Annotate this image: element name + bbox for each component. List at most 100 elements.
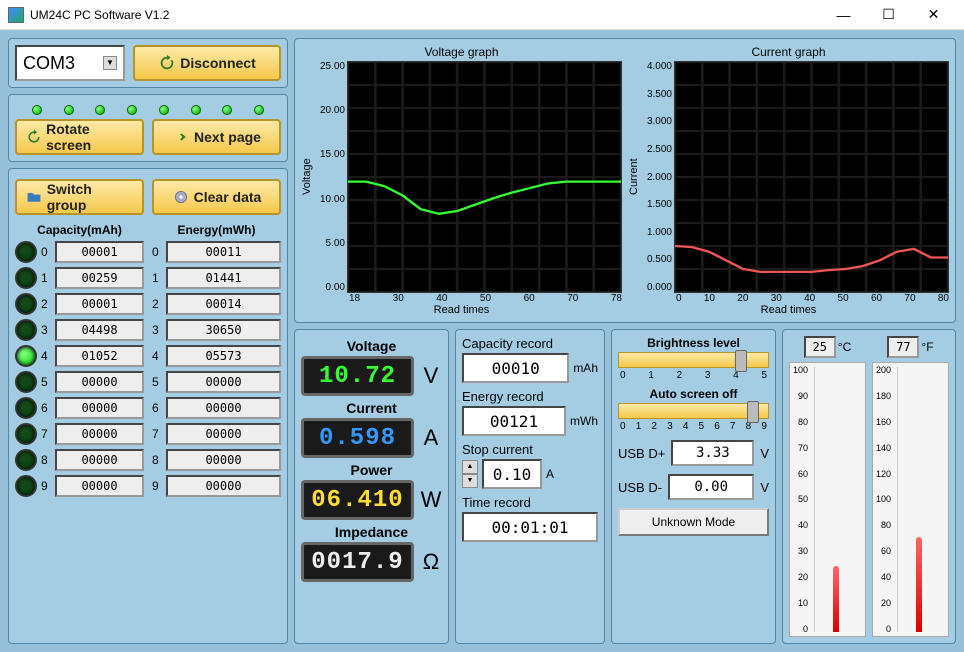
power-unit: W — [420, 487, 442, 513]
close-button[interactable]: ✕ — [911, 1, 956, 29]
slot-index: 8 — [41, 453, 51, 467]
capacity-header: Capacity(mAh) — [15, 223, 144, 237]
stop-current-value[interactable]: 0.10 — [482, 459, 542, 489]
temp-c-value: 25 — [804, 336, 836, 358]
slot-index: 8 — [152, 453, 162, 467]
clear-data-button[interactable]: Clear data — [152, 179, 281, 215]
brightness-slider[interactable] — [618, 352, 769, 368]
titlebar: UM24C PC Software V1.2 — ☐ ✕ — [0, 0, 964, 30]
slot-index: 2 — [41, 297, 51, 311]
current-value: 0.598 — [301, 418, 414, 458]
slot-led — [15, 423, 37, 445]
temp-f-unit: °F — [921, 340, 933, 354]
led-indicator — [159, 105, 169, 115]
charts-panel: Voltage graph Voltage 25.0020.0015.0010.… — [294, 38, 956, 323]
stop-current-unit: A — [546, 467, 554, 481]
current-chart: Current graph Current 4.0003.5003.0002.5… — [628, 45, 949, 316]
slot-energy: 05573 — [166, 345, 281, 367]
power-value: 06.410 — [301, 480, 414, 520]
slot-row: 304498 — [15, 319, 144, 341]
slot-capacity: 00000 — [55, 423, 144, 445]
slot-capacity: 00000 — [55, 397, 144, 419]
voltage-label: Voltage — [301, 338, 442, 354]
slot-led — [15, 475, 37, 497]
stop-current-label: Stop current — [462, 442, 598, 457]
impedance-label: Impedance — [301, 524, 442, 540]
slot-led — [15, 345, 37, 367]
slot-led — [15, 371, 37, 393]
slot-row: 200014 — [152, 293, 281, 315]
slot-energy: 00000 — [166, 397, 281, 419]
thermometer-c: 1009080706050403020100 — [789, 362, 866, 637]
com-port-value: COM3 — [23, 53, 75, 74]
voltage-xlabel: Read times — [434, 304, 490, 316]
data-panel: Switch group Clear data Capacity(mAh) 00… — [8, 168, 288, 644]
minimize-button[interactable]: — — [821, 1, 866, 29]
slot-row: 0 00011 — [152, 241, 281, 263]
slot-led — [15, 397, 37, 419]
disk-icon — [172, 188, 190, 206]
com-port-select[interactable]: COM3 ▼ — [15, 45, 125, 81]
disconnect-button[interactable]: Disconnect — [133, 45, 281, 81]
slot-capacity: 00000 — [55, 475, 144, 497]
slot-row: 500000 — [152, 371, 281, 393]
stop-current-up[interactable]: ▲ — [462, 460, 478, 474]
slot-index: 5 — [152, 375, 162, 389]
usb-dp-value: 3.33 — [671, 440, 754, 466]
current-xlabel: Read times — [761, 304, 817, 316]
auto-off-slider[interactable] — [618, 403, 769, 419]
next-page-button[interactable]: Next page — [152, 119, 281, 155]
slot-row: 800000 — [15, 449, 144, 471]
temp-c-unit: °C — [838, 340, 851, 354]
settings-panel: Brightness level 012345 Auto screen off … — [611, 329, 776, 644]
slot-index: 1 — [41, 271, 51, 285]
chevron-down-icon: ▼ — [103, 56, 117, 70]
led-indicator — [64, 105, 74, 115]
arrow-right-icon — [172, 128, 190, 146]
voltage-chart-title: Voltage graph — [424, 45, 498, 59]
slot-row: 700000 — [15, 423, 144, 445]
slot-row: 100259 — [15, 267, 144, 289]
slot-energy: 01441 — [166, 267, 281, 289]
capacity-record-unit: mAh — [573, 361, 598, 375]
slot-row: 900000 — [152, 475, 281, 497]
slot-capacity: 00001 — [55, 293, 144, 315]
folder-icon — [25, 188, 43, 206]
clear-label: Clear data — [194, 189, 262, 205]
slot-row: 000001 — [15, 241, 144, 263]
usb-dm-value: 0.00 — [668, 474, 754, 500]
slot-row: 700000 — [152, 423, 281, 445]
brightness-label: Brightness level — [618, 336, 769, 350]
rotate-screen-button[interactable]: Rotate screen — [15, 119, 144, 155]
slot-energy: 30650 — [166, 319, 281, 341]
app-icon — [8, 7, 24, 23]
slot-led — [15, 319, 37, 341]
slot-index: 6 — [152, 401, 162, 415]
usb-dm-label: USB D- — [618, 480, 662, 495]
current-label: Current — [301, 400, 442, 416]
status-leds — [15, 101, 281, 115]
voltage-plot — [347, 61, 622, 293]
time-record-label: Time record — [462, 495, 598, 510]
slot-index: 1 — [152, 271, 162, 285]
current-unit: A — [420, 425, 442, 451]
slot-capacity: 04498 — [55, 319, 144, 341]
slot-led — [15, 267, 37, 289]
slot-led — [15, 241, 37, 263]
switch-group-button[interactable]: Switch group — [15, 179, 144, 215]
mode-button[interactable]: Unknown Mode — [618, 508, 769, 536]
slot-index: 2 — [152, 297, 162, 311]
voltage-ylabel: Voltage — [301, 61, 313, 293]
impedance-value: 0017.9 — [301, 542, 414, 582]
led-indicator — [95, 105, 105, 115]
slot-energy: 00011 — [166, 241, 281, 263]
slot-capacity: 00001 — [55, 241, 144, 263]
next-label: Next page — [194, 129, 261, 145]
slot-row: 401052 — [15, 345, 144, 367]
slot-index: 0 — [152, 245, 162, 259]
slot-row: 2 00001 — [15, 293, 144, 315]
stop-current-down[interactable]: ▼ — [462, 474, 478, 488]
window-title: UM24C PC Software V1.2 — [30, 8, 821, 22]
maximize-button[interactable]: ☐ — [866, 1, 911, 29]
current-plot — [674, 61, 949, 293]
